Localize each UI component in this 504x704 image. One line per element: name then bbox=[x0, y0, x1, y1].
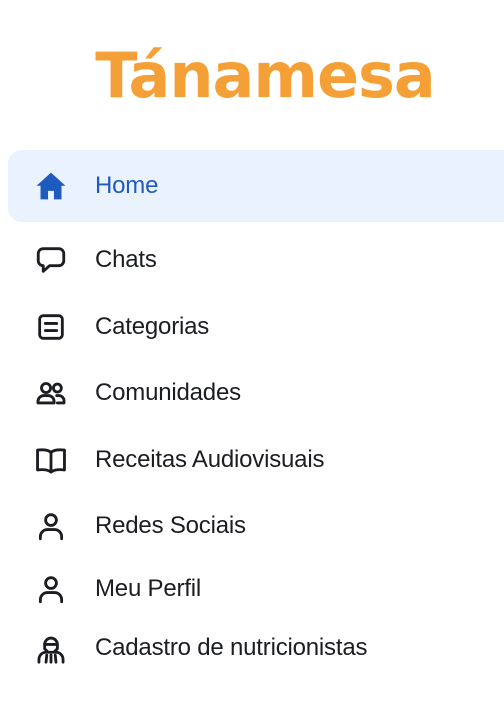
sidebar-item-label: Home bbox=[95, 172, 159, 199]
sidebar-item-label: Comunidades bbox=[95, 379, 241, 406]
sidebar-item-cadastro-nutricionistas[interactable]: Cadastro de nutricionistas bbox=[8, 612, 504, 684]
chat-bubble-icon bbox=[34, 243, 68, 277]
open-book-icon bbox=[34, 443, 68, 477]
nutritionist-icon bbox=[34, 631, 68, 665]
sidebar-item-label: Categorias bbox=[95, 313, 210, 340]
sidebar-item-comunidades[interactable]: Comunidades bbox=[8, 357, 504, 429]
sidebar-item-label: Meu Perfil bbox=[95, 575, 202, 602]
list-box-icon bbox=[34, 310, 68, 344]
sidebar-item-label: Redes Sociais bbox=[95, 512, 246, 539]
home-icon bbox=[34, 169, 68, 203]
sidebar: Tánamesa Home Chats Categorias Comunidad… bbox=[0, 0, 504, 704]
app-logo-title: Tánamesa bbox=[95, 39, 436, 112]
sidebar-item-receitas-audiovisuais[interactable]: Receitas Audiovisuais bbox=[8, 424, 504, 496]
sidebar-item-label: Chats bbox=[95, 246, 157, 273]
user-icon bbox=[34, 572, 68, 606]
sidebar-item-label: Receitas Audiovisuais bbox=[95, 446, 325, 473]
sidebar-item-label: Cadastro de nutricionistas bbox=[95, 634, 368, 661]
sidebar-item-redes-sociais[interactable]: Redes Sociais bbox=[8, 490, 504, 562]
user-icon bbox=[34, 509, 68, 543]
users-icon bbox=[34, 376, 68, 410]
sidebar-item-home[interactable]: Home bbox=[8, 150, 504, 222]
sidebar-item-categorias[interactable]: Categorias bbox=[8, 291, 504, 363]
sidebar-item-chats[interactable]: Chats bbox=[8, 224, 504, 296]
